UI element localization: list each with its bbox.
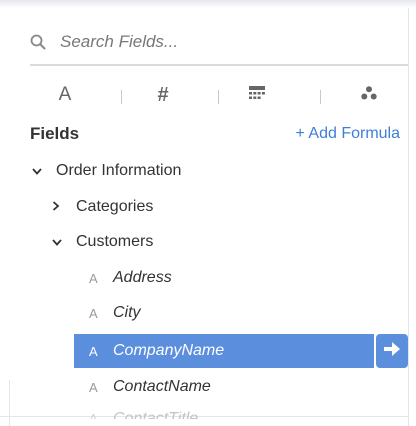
text-field-icon: A <box>89 270 98 286</box>
field-item-contacttitle[interactable]: A ContactTitle <box>74 405 374 419</box>
text-field-icon: A <box>89 379 98 395</box>
field-label: ContactName <box>113 378 211 395</box>
tab-separator <box>218 90 219 104</box>
fields-panel: A # <box>0 0 416 426</box>
field-label: CompanyName <box>113 342 225 359</box>
field-item-companyname[interactable]: A CompanyName <box>74 334 374 368</box>
arrow-right-icon <box>383 341 401 362</box>
date-type-icon <box>249 85 265 105</box>
field-item-address[interactable]: A Address <box>74 264 374 292</box>
tree-group-customers[interactable]: Customers <box>52 228 153 256</box>
tab-geo-fields[interactable] <box>354 80 384 110</box>
chevron-down-icon <box>52 235 66 249</box>
field-item-city[interactable]: A City <box>74 299 374 327</box>
tree-label: Customers <box>76 233 154 250</box>
tab-separator <box>121 90 122 104</box>
text-type-icon: A <box>58 84 72 105</box>
text-field-icon: A <box>89 343 98 359</box>
search-underline <box>30 64 408 66</box>
tab-number-fields[interactable]: # <box>148 80 178 110</box>
field-type-tabs: A # <box>30 80 408 110</box>
tree-label: Order Information <box>56 162 182 179</box>
fields-title: Fields <box>30 124 80 143</box>
text-field-icon: A <box>89 411 98 419</box>
fields-header: Fields + Add Formula <box>30 122 408 146</box>
add-field-arrow-button[interactable] <box>376 334 408 368</box>
tree-group-order-information[interactable]: Order Information <box>32 157 181 185</box>
tab-separator <box>320 90 321 104</box>
search-bar <box>30 28 360 56</box>
add-formula-link[interactable]: + Add Formula <box>296 125 401 143</box>
search-input[interactable] <box>60 32 360 52</box>
number-type-icon: # <box>157 83 169 106</box>
tab-date-fields[interactable] <box>242 80 272 110</box>
field-label: City <box>113 304 141 321</box>
left-border <box>9 380 10 426</box>
search-icon <box>30 34 46 50</box>
top-shadow <box>0 0 416 8</box>
field-item-contactname[interactable]: A ContactName <box>74 373 374 401</box>
geo-type-icon <box>361 85 377 105</box>
tab-text-fields[interactable]: A <box>50 80 80 110</box>
right-border <box>408 8 409 426</box>
tree-label: Categories <box>76 198 154 215</box>
tree-group-categories[interactable]: Categories <box>52 193 153 221</box>
field-label: Address <box>113 269 172 286</box>
chevron-down-icon <box>32 164 46 178</box>
chevron-right-icon <box>52 200 66 214</box>
field-label: ContactTitle <box>113 410 199 419</box>
text-field-icon: A <box>89 305 98 321</box>
